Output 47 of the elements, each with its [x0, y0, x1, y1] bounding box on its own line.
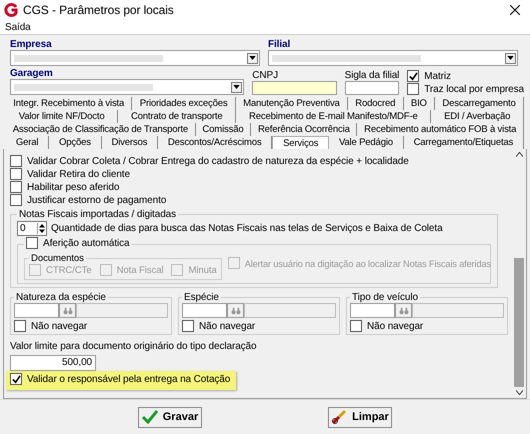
checkbox-label: Traz local por empresa — [424, 84, 524, 94]
tab[interactable]: Manutenção Preventiva — [236, 97, 348, 110]
checkbox-label: Validar Cobrar Coleta / Cobrar Entrega do cadastro de natureza da espécie + localidade — [27, 156, 409, 166]
field-label: Sigla da filial — [344, 70, 400, 81]
checkbox-label: Justificar estorno de pagamento — [27, 194, 166, 206]
checkbox-label: Matriz — [424, 70, 451, 82]
tab[interactable]: Comissão — [196, 123, 252, 136]
days-spinner[interactable]: 0 — [17, 221, 47, 236]
tab[interactable]: Valor limite NF/Docto — [6, 110, 118, 123]
checkbox-label: Não navegar — [367, 320, 424, 332]
field-label: Filial — [268, 39, 292, 50]
tab[interactable]: Integr. Recebimento à vista — [6, 97, 132, 110]
group-title: Natureza da espécie — [15, 292, 107, 303]
field-label: Valor limite para documento originário do tipo declaração — [10, 341, 256, 352]
tab[interactable]: Associação de Classificação de Transporte — [6, 123, 196, 136]
window-title: CGS - Parâmetros por locais — [23, 3, 175, 17]
checkbox-label: Aferição automática — [43, 238, 130, 248]
checkbox-label: CTRC/CTe — [46, 264, 92, 276]
checkbox-label: Não navegar — [31, 320, 88, 332]
tab[interactable]: Serviços — [272, 136, 330, 149]
clear-button[interactable]: Limpar — [328, 406, 392, 428]
checkbox-label: Nota Fiscal — [116, 264, 164, 276]
tab[interactable]: Prioridades exceções — [132, 97, 236, 110]
tab[interactable]: Rodocred — [348, 97, 404, 110]
field-label: Garagem — [10, 68, 54, 79]
limit-value-field[interactable]: 500,00 — [10, 355, 96, 371]
field-label: Empresa — [10, 39, 53, 50]
tab[interactable]: BIO — [404, 97, 436, 110]
checkbox-label: Validar Retira do cliente — [27, 168, 130, 180]
group-title: Documentos — [30, 253, 85, 264]
group-title: Espécie — [183, 292, 220, 303]
checkbox-label: Não navegar — [199, 320, 256, 332]
checkbox-label: Habilitar peso aferido — [27, 182, 120, 192]
checkbox-label: Minuta — [188, 264, 217, 276]
menu-item[interactable]: Saída — [5, 22, 31, 32]
group-title: Tipo de veículo — [351, 292, 419, 303]
spinner-label: Quantidade de dias para busca das Notas Fiscais nas telas de Serviços e Baixa de Coleta — [51, 223, 443, 234]
tab[interactable]: Recebimento automático FOB à vista — [357, 123, 524, 136]
save-button[interactable]: Gravar — [138, 406, 202, 428]
field-label: CNPJ — [252, 70, 280, 81]
tab[interactable]: Recebimento de E-mail Manifesto/MDF-e — [236, 110, 432, 123]
tab[interactable]: Descarregamento — [435, 97, 524, 110]
checkbox-label: Validar o responsável pela entrega na Cotação — [27, 374, 230, 384]
checkbox-label: Alertar usuário na digitação ao localizar Notas Fiscais aferidas — [244, 258, 491, 268]
tab[interactable]: Contrato de transporte — [118, 110, 236, 123]
group-title: Notas Fiscais importadas / digitadas — [18, 209, 178, 220]
tab[interactable]: EDI / Averbação — [431, 110, 524, 123]
